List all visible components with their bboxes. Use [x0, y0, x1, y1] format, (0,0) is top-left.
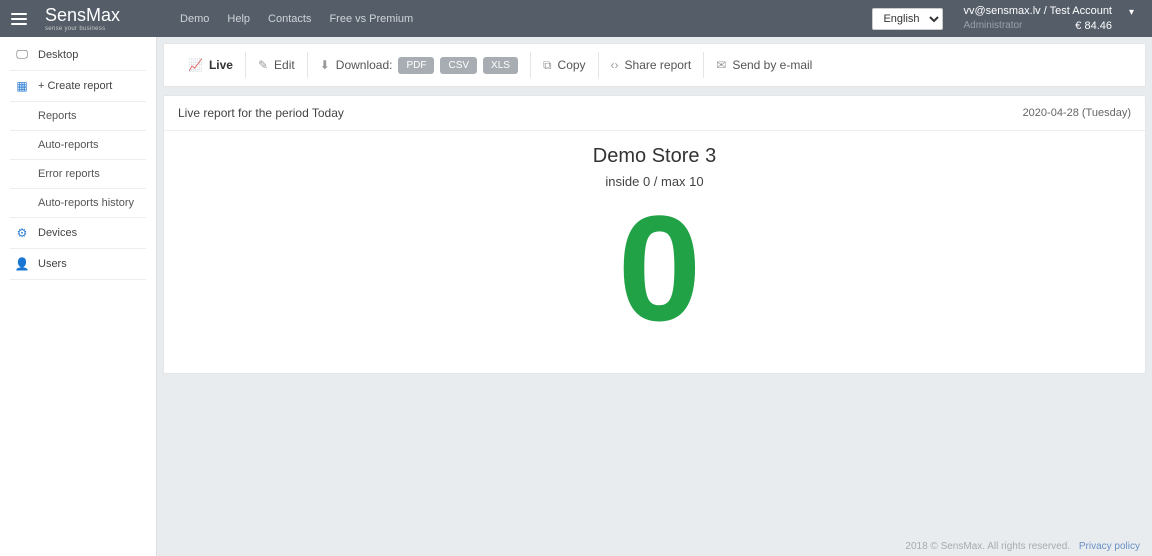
desktop-icon: 🖵 — [14, 47, 30, 62]
sidebar-item-reports[interactable]: Reports — [0, 104, 156, 128]
chart-icon: 📈 — [188, 58, 203, 72]
sidebar-item-auto-reports-history[interactable]: Auto-reports history — [0, 191, 156, 215]
sidebar-label: Error reports — [38, 168, 100, 180]
toolbar-live[interactable]: 📈 Live — [176, 44, 245, 86]
sidebar-label: + Create report — [38, 80, 112, 92]
nav-help[interactable]: Help — [227, 13, 250, 25]
user-icon: 👤 — [14, 257, 30, 271]
language-select[interactable]: English — [872, 8, 943, 30]
sidebar-label: Users — [38, 258, 67, 270]
sidebar-label: Devices — [38, 227, 77, 239]
toolbar-label: Send by e-mail — [732, 58, 812, 72]
pencil-icon: ✎ — [258, 58, 268, 72]
sidebar-item-auto-reports[interactable]: Auto-reports — [0, 133, 156, 157]
gear-icon: ⚙ — [14, 226, 30, 240]
download-label: Download: — [336, 58, 393, 72]
nav-contacts[interactable]: Contacts — [268, 13, 311, 25]
sidebar-label: Auto-reports — [38, 139, 99, 151]
sidebar-label: Reports — [38, 110, 77, 122]
toolbar-label: Edit — [274, 58, 295, 72]
sidebar-label: Desktop — [38, 49, 78, 61]
nav-demo[interactable]: Demo — [180, 13, 209, 25]
share-icon: ‹› — [611, 58, 619, 72]
hamburger-menu[interactable] — [0, 0, 37, 37]
live-count: 0 — [184, 193, 1125, 343]
toolbar-label: Share report — [625, 58, 692, 72]
logo-text: SensMax — [45, 6, 120, 24]
logo[interactable]: SensMax sense your business — [45, 6, 120, 32]
user-balance: € 84.46 — [1075, 19, 1112, 33]
toolbar-copy[interactable]: ⧉ Copy — [531, 44, 598, 86]
download-xls-button[interactable]: XLS — [483, 57, 518, 74]
user-menu[interactable]: vv@sensmax.lv / Test Account Administrat… — [963, 4, 1134, 33]
footer-copyright: 2018 © SensMax. All rights reserved. — [905, 541, 1070, 552]
report-date: 2020-04-28 (Tuesday) — [1023, 107, 1131, 119]
toolbar-label: Copy — [558, 58, 586, 72]
report-icon: ▦ — [14, 79, 30, 93]
report-title: Live report for the period Today — [178, 106, 344, 120]
copy-icon: ⧉ — [543, 58, 552, 73]
sidebar-label: Auto-reports history — [38, 197, 134, 209]
sidebar-item-create-report[interactable]: ▦ + Create report — [0, 73, 156, 99]
toolbar-send-email[interactable]: ✉ Send by e-mail — [704, 44, 824, 86]
nav-free-vs-premium[interactable]: Free vs Premium — [329, 13, 413, 25]
download-pdf-button[interactable]: PDF — [398, 57, 434, 74]
toolbar-share[interactable]: ‹› Share report — [599, 44, 704, 86]
sidebar-item-devices[interactable]: ⚙ Devices — [0, 220, 156, 246]
caret-down-icon: ▾ — [1129, 6, 1134, 19]
download-csv-button[interactable]: CSV — [440, 57, 477, 74]
toolbar-label: Live — [209, 58, 233, 72]
mail-icon: ✉ — [716, 58, 726, 72]
sidebar-item-desktop[interactable]: 🖵 Desktop — [0, 41, 156, 68]
download-icon: ⬇ — [320, 58, 330, 72]
user-role: Administrator — [963, 19, 1022, 32]
logo-subtext: sense your business — [45, 26, 120, 32]
store-name: Demo Store 3 — [184, 145, 1125, 168]
sidebar-item-error-reports[interactable]: Error reports — [0, 162, 156, 186]
footer-privacy-link[interactable]: Privacy policy — [1079, 541, 1140, 552]
user-email-account: vv@sensmax.lv / Test Account — [963, 4, 1112, 18]
toolbar-edit[interactable]: ✎ Edit — [246, 44, 307, 86]
sidebar-item-users[interactable]: 👤 Users — [0, 251, 156, 277]
